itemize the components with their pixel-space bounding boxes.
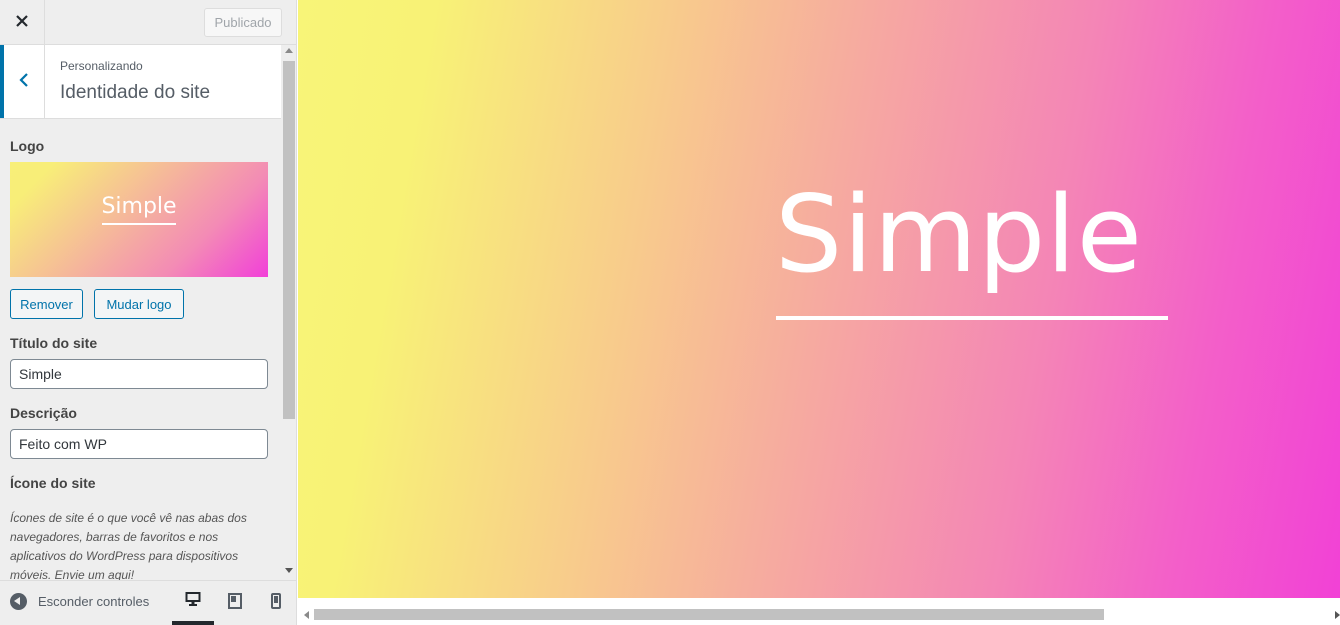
preview-mobile-button[interactable] [255, 581, 296, 625]
back-button[interactable] [0, 45, 45, 118]
preview-logo-text[interactable]: Simple [775, 170, 1175, 300]
scroll-up-arrow-icon[interactable] [285, 48, 293, 53]
scroll-left-arrow-icon[interactable] [304, 611, 309, 619]
collapse-arrow-icon [10, 593, 27, 610]
remove-logo-button[interactable]: Remover [10, 289, 83, 319]
scrollbar-thumb[interactable] [283, 61, 295, 419]
hide-controls-label: Esconder controles [38, 594, 150, 609]
site-title-input[interactable] [10, 359, 268, 389]
mobile-icon [271, 593, 281, 613]
breadcrumb: Personalizando [60, 59, 143, 73]
preview-desktop-button[interactable] [172, 581, 214, 625]
logo-preview-text: Simple [101, 194, 177, 219]
close-customizer-button[interactable] [0, 0, 45, 44]
site-preview[interactable]: Simple [298, 0, 1340, 598]
desktop-icon [185, 591, 201, 611]
logo-label: Logo [10, 138, 45, 154]
horizontal-scrollbar-thumb[interactable] [314, 609, 1104, 620]
preview-horizontal-scrollbar[interactable] [298, 604, 1340, 625]
customizer-sidebar: Publicado Personalizando Identidade do s… [0, 0, 297, 625]
tagline-label: Descrição [10, 405, 77, 421]
hide-controls-button[interactable]: Esconder controles [10, 593, 149, 610]
tablet-icon [228, 593, 242, 613]
scroll-down-arrow-icon[interactable] [285, 568, 293, 573]
customizer-footer: Esconder controles [0, 580, 296, 625]
logo-underline [102, 223, 176, 225]
site-title-label: Título do site [10, 335, 98, 351]
publish-button[interactable]: Publicado [204, 8, 282, 37]
close-icon [15, 13, 29, 32]
preview-logo-underline [776, 316, 1168, 320]
logo-preview-image[interactable]: Simple [10, 162, 268, 277]
site-icon-label: Ícone do site [10, 475, 96, 491]
customizer-header: Publicado [0, 0, 296, 45]
change-logo-button[interactable]: Mudar logo [94, 289, 184, 319]
section-title: Identidade do site [60, 82, 211, 103]
sidebar-scrollbar[interactable] [281, 45, 296, 580]
site-icon-description: Ícones de site é o que você vê nas abas … [10, 511, 247, 582]
scroll-right-arrow-icon[interactable] [1335, 611, 1340, 619]
chevron-left-icon [19, 72, 29, 92]
section-header: Personalizando Identidade do site [0, 45, 281, 119]
tagline-input[interactable] [10, 429, 268, 459]
preview-tablet-button[interactable] [214, 581, 256, 625]
